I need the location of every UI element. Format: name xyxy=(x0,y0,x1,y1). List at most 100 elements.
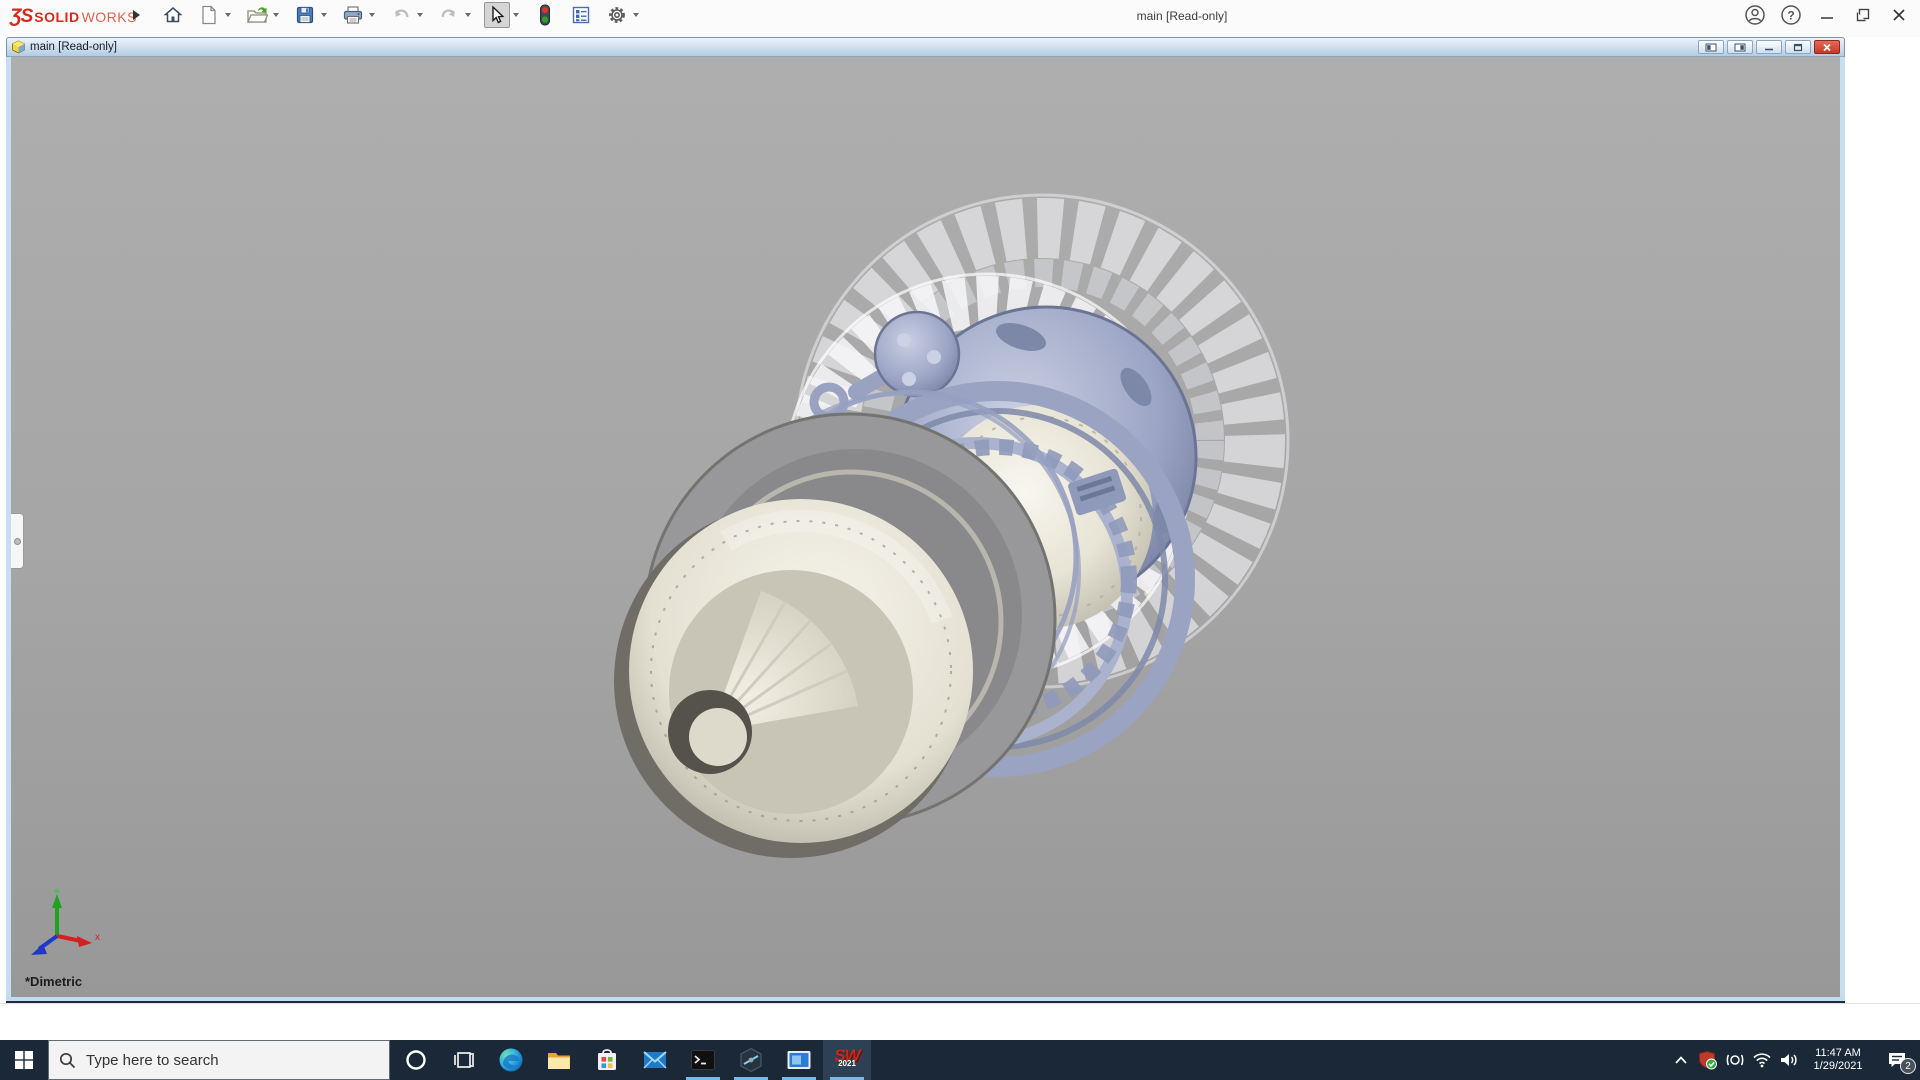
redo-dropdown[interactable] xyxy=(462,2,474,28)
new-document-dropdown[interactable] xyxy=(222,2,234,28)
new-document-icon xyxy=(202,5,216,25)
select-tool-button[interactable] xyxy=(484,2,510,28)
window-title: main [Read-only] xyxy=(1136,9,1228,23)
system-tray: 11:47 AM 1/29/2021 2 xyxy=(1667,1040,1920,1080)
sw-resource-monitor-shield-icon xyxy=(1698,1050,1717,1070)
pane-right-button[interactable] xyxy=(1727,40,1753,54)
assembly-document-icon xyxy=(12,40,25,54)
rebuild-traffic-light-icon xyxy=(540,4,550,26)
minimize-icon xyxy=(1821,17,1833,19)
redo-button-disabled[interactable] xyxy=(436,2,462,28)
property-manager-icon xyxy=(572,6,590,24)
minimize-window-button[interactable] xyxy=(1812,1,1842,29)
taskbar-edge-button[interactable] xyxy=(487,1040,535,1080)
doc-minimize-icon xyxy=(1765,48,1773,50)
taskbar-terminal-button[interactable] xyxy=(679,1040,727,1080)
start-button[interactable] xyxy=(0,1040,48,1080)
open-button[interactable] xyxy=(244,2,270,28)
taskbar-store-button[interactable] xyxy=(583,1040,631,1080)
featuremanager-collapsed-tab[interactable] xyxy=(11,513,24,569)
file-explorer-icon xyxy=(548,1053,570,1069)
taskbar-solidworks-button[interactable]: SW 2021 xyxy=(823,1040,871,1080)
options-gear-icon xyxy=(609,7,625,23)
property-manager-button[interactable] xyxy=(568,2,594,28)
microsoft-store-icon xyxy=(598,1049,616,1070)
taskbar-file-explorer-button[interactable] xyxy=(535,1040,583,1080)
titlebar-right-controls: ? xyxy=(1740,0,1914,30)
command-prompt-icon xyxy=(691,1050,715,1070)
new-document-button[interactable] xyxy=(196,2,222,28)
rebuild-button[interactable] xyxy=(532,2,558,28)
save-floppy-icon xyxy=(296,6,314,24)
view-orientation-label: *Dimetric xyxy=(25,974,83,989)
display-app-icon xyxy=(787,1051,811,1069)
document-window: main [Read-only] x *Dimetric xyxy=(6,37,1845,1003)
search-input[interactable] xyxy=(86,1051,346,1069)
main-titlebar: ƷS SOLID WORKS main [Read-only] ? xyxy=(0,0,1920,37)
solidworks-app-window: ƷS SOLID WORKS main [Read-only] ? main [… xyxy=(0,0,1920,1080)
tray-wifi-button[interactable] xyxy=(1748,1040,1775,1080)
chevron-up-icon xyxy=(1674,1056,1687,1064)
doc-restore-button[interactable] xyxy=(1785,40,1811,54)
tray-meet-now-button[interactable] xyxy=(1721,1040,1748,1080)
graphics-viewport[interactable]: x *Dimetric xyxy=(11,57,1840,997)
close-icon xyxy=(1893,9,1905,21)
account-button[interactable] xyxy=(1740,1,1770,29)
triad-x-label: x xyxy=(95,932,100,943)
tray-volume-button[interactable] xyxy=(1775,1040,1802,1080)
help-icon: ? xyxy=(1781,5,1801,25)
mail-icon xyxy=(643,1051,667,1069)
taskbar-mail-button[interactable] xyxy=(631,1040,679,1080)
pane-right-icon xyxy=(1734,43,1746,51)
taskbar-display-app-button[interactable] xyxy=(775,1040,823,1080)
wifi-icon xyxy=(1752,1053,1771,1068)
restore-icon xyxy=(1856,8,1870,22)
print-dropdown[interactable] xyxy=(366,2,378,28)
restore-window-button[interactable] xyxy=(1848,1,1878,29)
speaker-icon xyxy=(1780,1054,1797,1066)
save-dropdown[interactable] xyxy=(318,2,330,28)
taskbar-edrawings-button[interactable] xyxy=(727,1040,775,1080)
action-center-button[interactable]: 2 xyxy=(1874,1040,1920,1080)
save-button[interactable] xyxy=(292,2,318,28)
options-dropdown[interactable] xyxy=(630,2,642,28)
menu-flyout-arrow-icon[interactable] xyxy=(133,10,140,20)
options-button[interactable] xyxy=(604,2,630,28)
jet-engine-model xyxy=(614,193,1290,858)
tray-sw-resource-monitor-button[interactable] xyxy=(1694,1040,1721,1080)
meet-now-icon xyxy=(1726,1054,1743,1066)
edge-icon xyxy=(499,1048,523,1072)
document-titlebar[interactable]: main [Read-only] xyxy=(6,37,1845,57)
close-window-button[interactable] xyxy=(1884,1,1914,29)
notification-count-badge: 2 xyxy=(1900,1058,1916,1074)
solidworks-logo: ƷS SOLID WORKS xyxy=(10,6,137,28)
home-button[interactable] xyxy=(160,2,186,28)
taskbar-search[interactable] xyxy=(48,1040,390,1080)
status-bar xyxy=(0,1003,1920,1040)
doc-close-button[interactable] xyxy=(1814,40,1840,54)
windows-taskbar: SW 2021 xyxy=(0,1040,1920,1080)
undo-icon xyxy=(394,9,409,18)
undo-dropdown[interactable] xyxy=(414,2,426,28)
print-button[interactable] xyxy=(340,2,366,28)
task-view-button[interactable] xyxy=(440,1040,488,1080)
tray-chevron-up-button[interactable] xyxy=(1667,1040,1694,1080)
print-icon xyxy=(343,6,363,24)
doc-close-icon xyxy=(1823,43,1831,51)
doc-minimize-button[interactable] xyxy=(1756,40,1782,54)
pane-left-button[interactable] xyxy=(1698,40,1724,54)
open-dropdown[interactable] xyxy=(270,2,282,28)
reference-triad[interactable]: x xyxy=(19,888,109,963)
tray-clock[interactable]: 11:47 AM 1/29/2021 xyxy=(1802,1047,1874,1073)
select-tool-dropdown[interactable] xyxy=(510,2,522,28)
solidworks-logo-bold: SOLID xyxy=(34,9,80,25)
select-cursor-icon xyxy=(492,5,505,24)
undo-button-disabled[interactable] xyxy=(388,2,414,28)
cortana-button[interactable] xyxy=(392,1040,440,1080)
account-icon xyxy=(1745,5,1765,25)
tray-time: 11:47 AM xyxy=(1815,1047,1861,1059)
help-button[interactable]: ? xyxy=(1776,1,1806,29)
tray-date: 1/29/2021 xyxy=(1813,1060,1863,1072)
solidworks-logo-light: WORKS xyxy=(81,9,137,25)
home-icon xyxy=(163,7,183,23)
